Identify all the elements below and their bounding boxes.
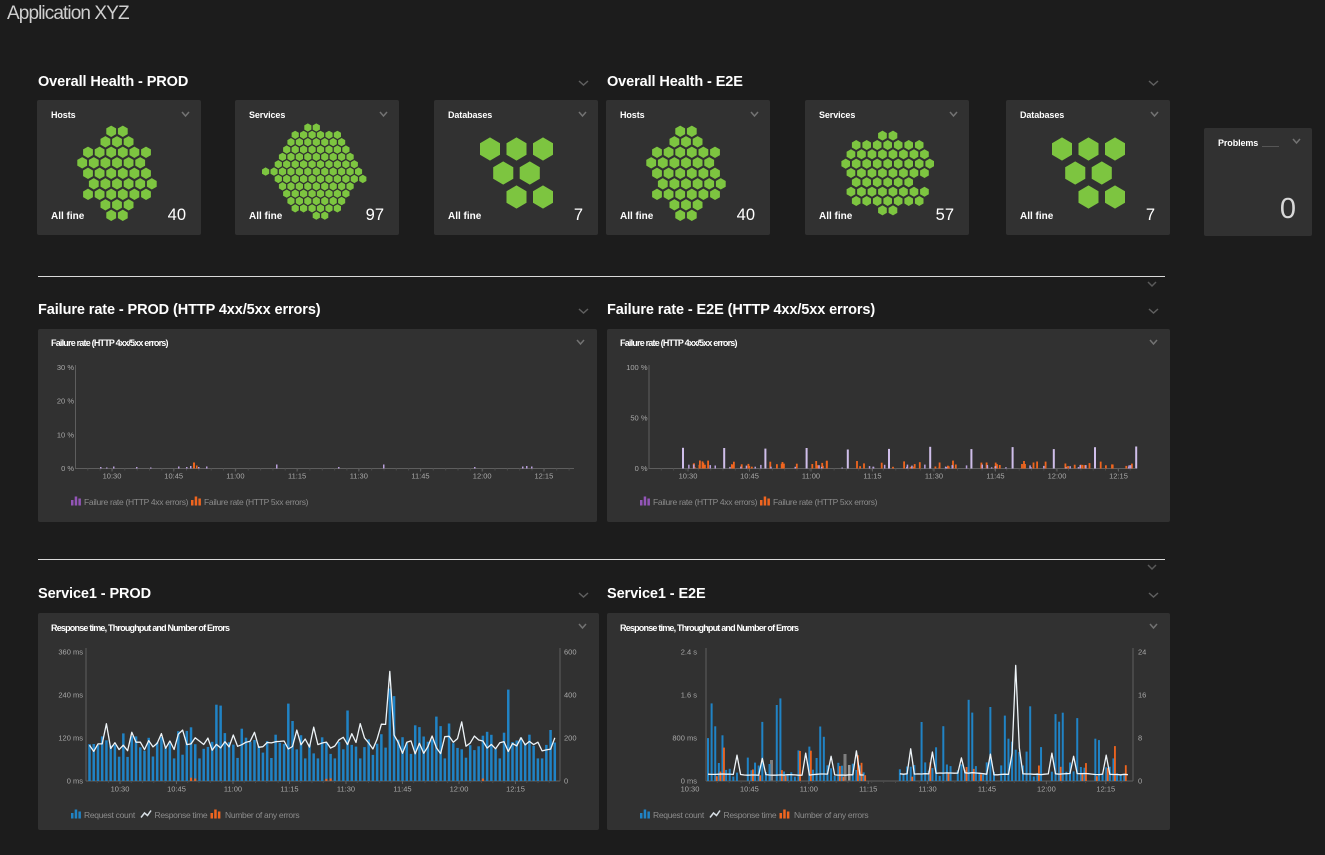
svg-text:1.6 s: 1.6 s xyxy=(681,691,698,700)
svg-text:8: 8 xyxy=(1138,734,1142,743)
svg-text:Failure rate (HTTP 4xx/5xx er: Failure rate (HTTP 4xx/5xx errors) xyxy=(620,338,738,348)
svg-text:11:15: 11:15 xyxy=(859,785,877,794)
svg-text:10:30: 10:30 xyxy=(103,472,122,481)
svg-text:30 %: 30 % xyxy=(57,363,74,372)
svg-text:11:00: 11:00 xyxy=(226,472,244,481)
svg-text:Failure rate (HTTP 5xx errors): Failure rate (HTTP 5xx errors) xyxy=(773,497,878,507)
svg-text:0 %: 0 % xyxy=(61,464,74,473)
svg-text:Number of any errors: Number of any errors xyxy=(225,810,299,820)
svg-text:16: 16 xyxy=(1138,691,1146,700)
svg-text:Response time, Throughput and: Response time, Throughput and Number of … xyxy=(51,623,230,633)
svg-text:400: 400 xyxy=(564,691,577,700)
svg-text:12:00: 12:00 xyxy=(473,472,492,481)
svg-text:11:45: 11:45 xyxy=(978,785,996,794)
svg-text:10:30: 10:30 xyxy=(111,785,130,794)
svg-text:11:30: 11:30 xyxy=(918,785,936,794)
svg-text:12:00: 12:00 xyxy=(450,785,469,794)
svg-text:200: 200 xyxy=(564,734,577,743)
svg-text:Failure rate (HTTP 4xx/5xx er: Failure rate (HTTP 4xx/5xx errors) xyxy=(51,338,169,348)
svg-text:0: 0 xyxy=(1138,777,1142,786)
svg-text:10:45: 10:45 xyxy=(167,785,186,794)
svg-text:360 ms: 360 ms xyxy=(58,648,83,657)
svg-text:12:00: 12:00 xyxy=(1037,785,1056,794)
svg-text:24: 24 xyxy=(1138,648,1146,657)
svg-text:0 %: 0 % xyxy=(635,464,648,473)
svg-text:20 %: 20 % xyxy=(57,397,74,406)
svg-text:11:00: 11:00 xyxy=(224,785,242,794)
svg-text:10 %: 10 % xyxy=(57,430,74,439)
svg-text:10:30: 10:30 xyxy=(681,785,700,794)
svg-text:10:45: 10:45 xyxy=(164,472,183,481)
svg-text:Response time, Throughput and: Response time, Throughput and Number of … xyxy=(620,623,799,633)
svg-text:11:15: 11:15 xyxy=(288,472,306,481)
svg-text:Failure rate (HTTP 4xx errors): Failure rate (HTTP 4xx errors) xyxy=(653,497,758,507)
svg-text:Request count: Request count xyxy=(653,810,705,820)
svg-text:Failure rate (HTTP 5xx errors): Failure rate (HTTP 5xx errors) xyxy=(204,497,309,507)
svg-text:11:15: 11:15 xyxy=(280,785,298,794)
svg-text:11:00: 11:00 xyxy=(802,472,820,481)
svg-text:11:30: 11:30 xyxy=(337,785,355,794)
svg-text:12:00: 12:00 xyxy=(1048,472,1067,481)
svg-text:12:15: 12:15 xyxy=(1096,785,1115,794)
svg-text:Request count: Request count xyxy=(84,810,136,820)
svg-text:50 %: 50 % xyxy=(630,413,647,422)
svg-text:11:15: 11:15 xyxy=(863,472,881,481)
svg-text:11:45: 11:45 xyxy=(393,785,411,794)
svg-text:Response time: Response time xyxy=(155,810,208,820)
svg-text:2.4 s: 2.4 s xyxy=(681,648,698,657)
svg-text:Number of any errors: Number of any errors xyxy=(794,810,868,820)
svg-text:100 %: 100 % xyxy=(626,363,648,372)
svg-text:120 ms: 120 ms xyxy=(58,734,83,743)
svg-text:10:45: 10:45 xyxy=(740,785,759,794)
svg-text:11:45: 11:45 xyxy=(411,472,429,481)
svg-text:11:30: 11:30 xyxy=(925,472,943,481)
svg-text:10:30: 10:30 xyxy=(679,472,698,481)
svg-text:0 ms: 0 ms xyxy=(67,777,84,786)
svg-text:11:45: 11:45 xyxy=(986,472,1004,481)
svg-text:12:15: 12:15 xyxy=(506,785,525,794)
svg-text:11:00: 11:00 xyxy=(800,785,818,794)
svg-text:11:30: 11:30 xyxy=(350,472,368,481)
svg-text:0: 0 xyxy=(564,777,568,786)
svg-text:12:15: 12:15 xyxy=(1109,472,1128,481)
svg-text:Response time: Response time xyxy=(724,810,777,820)
svg-text:240 ms: 240 ms xyxy=(58,691,83,700)
svg-text:10:45: 10:45 xyxy=(740,472,759,481)
svg-text:Failure rate (HTTP 4xx errors): Failure rate (HTTP 4xx errors) xyxy=(84,497,189,507)
svg-text:600: 600 xyxy=(564,648,577,657)
svg-text:12:15: 12:15 xyxy=(535,472,554,481)
svg-text:800 ms: 800 ms xyxy=(672,734,697,743)
